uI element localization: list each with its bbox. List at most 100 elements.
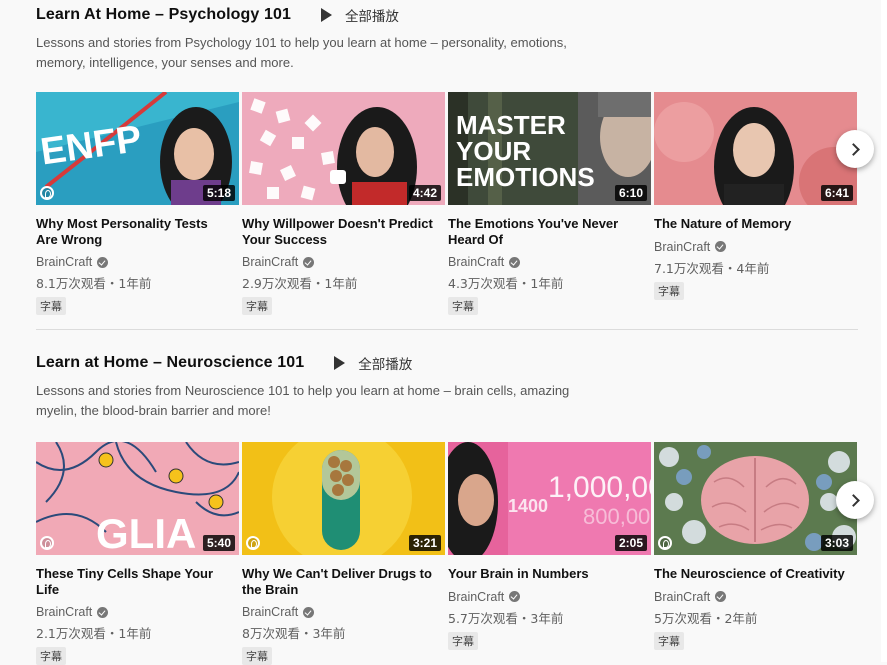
check-circle-icon	[509, 256, 521, 268]
cc-badge: 字幕	[36, 647, 66, 665]
video-meta: 7.1万次观看・4年前	[654, 260, 770, 276]
video-title[interactable]: Your Brain in Numbers	[448, 566, 651, 582]
video-thumbnail[interactable]: GLIA 5:40	[36, 442, 239, 555]
video-title[interactable]: Why We Can't Deliver Drugs to the Brain	[242, 566, 445, 597]
video-duration: 6:41	[820, 185, 853, 201]
cc-badge: 字幕	[36, 297, 66, 315]
channel-name[interactable]: BrainCraft	[654, 240, 710, 254]
video-title[interactable]: These Tiny Cells Shape Your Life	[36, 566, 239, 597]
video-card[interactable]: 1,000,000 1400 800,00 2:05 Your Brain in…	[448, 442, 651, 665]
shelf-description: Lessons and stories from Neuroscience 10…	[36, 383, 570, 418]
channel-name-row: BrainCraft	[36, 255, 239, 269]
video-meta: 8万次观看・3年前	[242, 626, 346, 641]
video-duration: 3:03	[820, 535, 853, 551]
svg-text:EMOTIONS: EMOTIONS	[456, 162, 595, 192]
video-card[interactable]: MASTER YOUR EMOTIONS 6:10 The Emotions Y…	[448, 92, 651, 315]
pbs-logo-icon	[658, 536, 672, 550]
video-meta: 5.7万次观看・3年前	[448, 610, 564, 626]
play-all-label: 全部播放	[344, 9, 399, 25]
thumb-text: 1,000,000	[548, 471, 651, 504]
shelf-title[interactable]: Learn at Home – Neuroscience 101	[36, 354, 304, 372]
channel-name[interactable]: BrainCraft	[448, 255, 504, 269]
play-icon	[320, 8, 332, 22]
divider	[36, 329, 858, 330]
cc-badge: 字幕	[654, 281, 684, 300]
video-card[interactable]: 3:03 The Neuroscience of Creativity Brai…	[654, 442, 857, 665]
video-meta: 8.1万次观看・1年前	[36, 276, 152, 291]
cc-badge: 字幕	[242, 647, 272, 665]
check-circle-icon	[303, 606, 315, 618]
shelf-neuroscience: Learn at Home – Neuroscience 101 全部播放 Le…	[36, 351, 858, 665]
check-circle-icon	[97, 606, 109, 618]
pbs-logo-icon	[40, 186, 54, 200]
video-thumbnail[interactable]: 4:42	[242, 92, 445, 205]
video-meta: 2.9万次观看・1年前	[242, 276, 358, 291]
svg-text:800,00: 800,00	[583, 504, 650, 529]
video-thumbnail[interactable]: MASTER YOUR EMOTIONS 6:10	[448, 92, 651, 205]
chevron-right-icon	[847, 142, 860, 156]
video-title[interactable]: The Neuroscience of Creativity	[654, 566, 857, 582]
channel-name-row: BrainCraft	[448, 255, 651, 269]
check-circle-icon	[715, 241, 727, 252]
shelf-psychology: Learn At Home – Psychology 101 全部播放 Less…	[36, 3, 858, 315]
channel-name-row: BrainCraft	[242, 605, 445, 619]
video-title[interactable]: The Emotions You've Never Heard Of	[448, 216, 651, 247]
video-card[interactable]: GLIA 5:40 These Tiny Cells Shape Your Li…	[36, 442, 239, 665]
video-meta: 2.1万次观看・1年前	[36, 626, 152, 641]
pbs-logo-icon	[40, 536, 54, 550]
cc-badge: 字幕	[448, 297, 478, 315]
play-icon	[334, 356, 346, 370]
video-title[interactable]: Why Most Personality Tests Are Wrong	[36, 216, 239, 247]
cc-badge: 字幕	[448, 631, 478, 650]
video-duration: 5:40	[202, 535, 235, 551]
video-title[interactable]: Why Willpower Doesn't Predict Your Succe…	[242, 216, 445, 247]
video-duration: 3:21	[408, 535, 441, 551]
channel-name-row: BrainCraft	[654, 240, 857, 254]
next-button[interactable]	[836, 481, 874, 519]
page-edge	[881, 0, 887, 662]
channel-name[interactable]: BrainCraft	[448, 590, 504, 604]
video-meta: 4.3万次观看・1年前	[448, 276, 564, 291]
video-title[interactable]: The Nature of Memory	[654, 216, 857, 232]
video-card[interactable]: 4:42 Why Willpower Doesn't Predict Your …	[242, 92, 445, 315]
video-duration: 4:42	[408, 185, 441, 201]
shelf-description: Lessons and stories from Psychology 101 …	[36, 35, 567, 70]
svg-text:1400: 1400	[508, 496, 548, 516]
channel-name[interactable]: BrainCraft	[36, 255, 92, 269]
chevron-right-icon	[847, 493, 860, 507]
cc-badge: 字幕	[242, 297, 272, 315]
thumb-text: GLIA	[96, 510, 196, 555]
check-circle-icon	[509, 591, 521, 602]
video-duration: 5:18	[202, 185, 235, 201]
check-circle-icon	[97, 256, 109, 268]
shelf-title[interactable]: Learn At Home – Psychology 101	[36, 6, 291, 24]
video-thumbnail[interactable]: 3:03	[654, 442, 857, 555]
next-button[interactable]	[836, 130, 874, 168]
video-thumbnail[interactable]: 1,000,000 1400 800,00 2:05	[448, 442, 651, 555]
video-duration: 6:10	[614, 185, 647, 201]
channel-name[interactable]: BrainCraft	[242, 255, 298, 269]
cc-badge: 字幕	[654, 631, 684, 650]
channel-name-row: BrainCraft	[654, 590, 857, 604]
play-all-label: 全部播放	[358, 357, 413, 373]
video-thumbnail[interactable]: ENFP 5:18	[36, 92, 239, 205]
video-card[interactable]: 6:41 The Nature of Memory BrainCraft 7.1…	[654, 92, 857, 315]
pbs-logo-icon	[246, 536, 260, 550]
check-circle-icon	[715, 591, 727, 602]
video-thumbnail[interactable]: 6:41	[654, 92, 857, 205]
video-row: ENFP 5:18 Why Most Personality Tests Are…	[36, 92, 860, 315]
video-card[interactable]: ENFP 5:18 Why Most Personality Tests Are…	[36, 92, 239, 315]
video-meta: 5万次观看・2年前	[654, 610, 758, 626]
video-thumbnail[interactable]: 3:21	[242, 442, 445, 555]
video-duration: 2:05	[614, 535, 647, 551]
video-card[interactable]: 3:21 Why We Can't Deliver Drugs to the B…	[242, 442, 445, 665]
check-circle-icon	[303, 256, 315, 268]
channel-name[interactable]: BrainCraft	[654, 590, 710, 604]
channel-name-row: BrainCraft	[36, 605, 239, 619]
video-row: GLIA 5:40 These Tiny Cells Shape Your Li…	[36, 442, 860, 665]
channel-name[interactable]: BrainCraft	[36, 605, 92, 619]
channel-name-row: BrainCraft	[242, 255, 445, 269]
play-all-button[interactable]: 全部播放	[320, 5, 399, 25]
play-all-button[interactable]: 全部播放	[334, 353, 412, 373]
channel-name[interactable]: BrainCraft	[242, 605, 298, 619]
